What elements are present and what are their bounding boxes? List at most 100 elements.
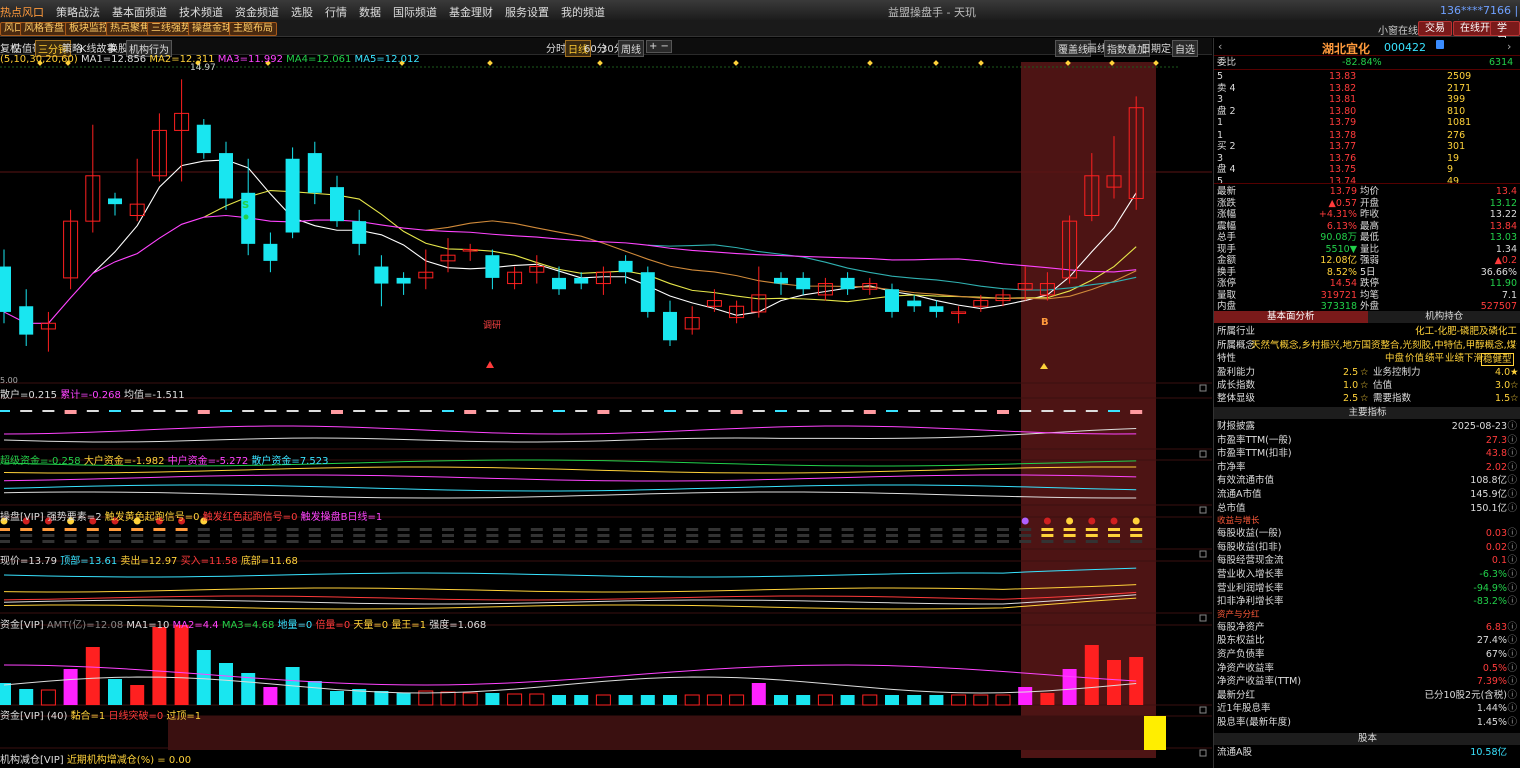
zoom-buttons[interactable]: + − — [646, 40, 672, 53]
retail-bar — [64, 410, 77, 414]
menu-item[interactable]: 行情 — [325, 4, 347, 20]
order-book-row[interactable]: 5 13.74 49 — [1217, 176, 1517, 187]
order-book-row[interactable]: 1 13.78 276 — [1217, 130, 1517, 141]
stick-value: 黏合=1 — [70, 711, 106, 722]
fin-row[interactable]: 股息率(最新年度) 1.45% ⓘ — [1217, 717, 1517, 728]
info-icon[interactable]: ⓘ — [1507, 569, 1517, 580]
info-icon[interactable]: ⓘ — [1507, 421, 1517, 432]
operate-bar — [752, 540, 765, 543]
quote-key: 均价 — [1360, 186, 1380, 197]
chevron-right-icon[interactable]: › — [1507, 40, 1511, 53]
fin-row[interactable]: 扣非净利增长率 -83.2% ⓘ — [1217, 596, 1517, 607]
order-book-row[interactable]: 买 2 13.77 301 — [1217, 141, 1517, 152]
order-book-row[interactable]: 5 13.83 2509 — [1217, 71, 1517, 82]
tab-fundamentals[interactable]: 基本面分析 — [1214, 311, 1368, 323]
fin-row[interactable]: 最新分红 已分10股2元(含税) ⓘ — [1217, 690, 1517, 701]
trade-button[interactable]: 交易 — [1418, 21, 1452, 36]
operate-bar — [397, 528, 410, 531]
fin-row[interactable]: 市净率 2.02 ⓘ — [1217, 462, 1517, 473]
title-bar: 热点风口 策略战法 基本面频道 技术频道 资金频道 选股 行情 数据 国际频道 基金理财 服务设置我… — [0, 0, 1520, 32]
menu-item[interactable]: 选股 — [291, 4, 313, 20]
info-icon[interactable]: ⓘ — [1507, 489, 1517, 500]
info-icon[interactable]: ⓘ — [1507, 596, 1517, 607]
order-book-row[interactable]: 3 13.81 399 — [1217, 94, 1517, 105]
fin-row[interactable]: 近1年股息率 1.44% ⓘ — [1217, 703, 1517, 714]
retail-bar — [641, 410, 654, 412]
menu-item[interactable]: 我的频道 — [561, 4, 605, 20]
menu-item[interactable]: 热点风口 — [0, 4, 44, 20]
info-icon[interactable]: ⓘ — [1507, 555, 1517, 566]
fin-row[interactable]: 每股收益(一般) 0.03 ⓘ — [1217, 528, 1517, 539]
info-icon[interactable]: ⓘ — [1507, 503, 1517, 514]
learning-button[interactable]: 学习成长 — [1490, 21, 1520, 73]
fin-row[interactable]: 资产负债率 67% ⓘ — [1217, 649, 1517, 660]
fin-row[interactable]: 市盈率TTM(扣非) 43.8 ⓘ — [1217, 448, 1517, 459]
menu-item[interactable]: 服务设置 — [505, 4, 549, 20]
operate-bar — [308, 528, 321, 531]
menu-item[interactable]: 基金理财 — [449, 4, 493, 20]
level-volume: 2171 — [1447, 82, 1472, 94]
info-icon[interactable]: ⓘ — [1507, 583, 1517, 594]
fin-row[interactable]: 净资产收益率(TTM) 7.39% ⓘ — [1217, 676, 1517, 687]
fin-row[interactable]: 股东权益比 27.4% ⓘ — [1217, 635, 1517, 646]
menu-item[interactable]: 国际频道 — [393, 4, 437, 20]
info-icon[interactable]: ⓘ — [1507, 528, 1517, 539]
fin-row[interactable]: 营业利润增长率 -94.9% ⓘ — [1217, 583, 1517, 594]
fin-row[interactable]: 市盈率TTM(一般) 27.3 ⓘ — [1217, 435, 1517, 446]
order-book-row[interactable]: 盘 2 13.80 810 — [1217, 106, 1517, 117]
info-icon[interactable]: ⓘ — [1507, 690, 1517, 701]
info-icon[interactable]: ⓘ — [1507, 703, 1517, 714]
info-icon[interactable]: ⓘ — [1507, 635, 1517, 646]
fin-row[interactable]: 营业收入增长率 -6.3% ⓘ — [1217, 569, 1517, 580]
industry-value[interactable]: 化工-化肥-磷肥及磷化工 — [1415, 326, 1517, 337]
order-book-row[interactable]: 3 13.76 19 — [1217, 153, 1517, 164]
small-window-status[interactable]: 小窗在线 — [1378, 22, 1418, 37]
tool-strategy[interactable]: 策略 — [62, 40, 82, 55]
info-icon[interactable]: ⓘ — [1507, 435, 1517, 446]
kline-chart[interactable] — [0, 55, 1212, 768]
info-icon[interactable]: ⓘ — [1507, 542, 1517, 553]
fin-row[interactable]: 净资产收益率 0.5% ⓘ — [1217, 663, 1517, 674]
chevron-left-icon[interactable]: ‹ — [1218, 40, 1222, 53]
period-intraday[interactable]: 分时 — [546, 40, 566, 55]
fin-row[interactable]: 流通A市值 145.9亿 ⓘ — [1217, 489, 1517, 500]
fund-line — [3, 484, 1137, 492]
fin-row[interactable]: 流通A股 10.58亿 — [1217, 747, 1517, 758]
level-label: 盘 2 — [1217, 105, 1236, 117]
operate-bar — [1108, 540, 1120, 543]
info-icon[interactable]: ⓘ — [1507, 475, 1517, 486]
stock-tag-icon[interactable] — [1436, 40, 1444, 49]
fin-row[interactable]: 每股收益(扣非) 0.02 ⓘ — [1217, 542, 1517, 553]
ma5-value: MA5=12.012 — [354, 54, 420, 65]
weibi-row: 委比 -82.84% 6314 — [1217, 57, 1517, 68]
tool-swap-stock[interactable]: 换股 — [108, 40, 128, 55]
info-icon[interactable]: ⓘ — [1507, 649, 1517, 660]
info-icon[interactable]: ⓘ — [1507, 448, 1517, 459]
info-icon[interactable]: ⓘ — [1507, 462, 1517, 473]
menu-item[interactable]: 资金频道 — [235, 4, 279, 20]
toolbar-button-theme[interactable]: 主题布局 — [229, 22, 277, 36]
menu-item[interactable]: 数据 — [359, 4, 381, 20]
order-book-row[interactable]: 盘 4 13.75 9 — [1217, 164, 1517, 175]
info-icon[interactable]: ⓘ — [1507, 663, 1517, 674]
candle-body — [330, 187, 344, 222]
order-book-row[interactable]: 卖 4 13.82 2171 — [1217, 83, 1517, 94]
vol-ma1: MA1=10 — [126, 620, 170, 631]
fin-row[interactable]: 每股净资产 6.83 ⓘ — [1217, 622, 1517, 633]
info-icon[interactable]: ⓘ — [1507, 622, 1517, 633]
fin-row[interactable]: 财报披露 2025-08-23 ⓘ — [1217, 421, 1517, 432]
concept-value[interactable]: 天然气概念,乡村振兴,地方国资整合,光刻胶,中特估,甲醇概念,煤化工概念,特色化… — [1251, 340, 1517, 351]
menu-item[interactable]: 技术频道 — [179, 4, 223, 20]
fin-row[interactable]: 总市值 150.1亿 ⓘ — [1217, 503, 1517, 514]
volume-bar — [574, 695, 589, 705]
toolbar-button-style[interactable]: 风格香盘 — [20, 22, 68, 36]
fin-row[interactable]: 有效流通市值 108.8亿 ⓘ — [1217, 475, 1517, 486]
info-icon[interactable]: ⓘ — [1507, 676, 1517, 687]
menu-item[interactable]: 策略战法 — [56, 4, 100, 20]
order-book-row[interactable]: 1 13.79 1081 — [1217, 117, 1517, 128]
menu-item[interactable]: 基本面频道 — [112, 4, 167, 20]
info-icon[interactable]: ⓘ — [1507, 717, 1517, 728]
operate-bar — [109, 528, 121, 531]
fin-row[interactable]: 每股经营现金流 0.1 ⓘ — [1217, 555, 1517, 566]
tab-institutions[interactable]: 机构持仓 — [1367, 311, 1520, 323]
